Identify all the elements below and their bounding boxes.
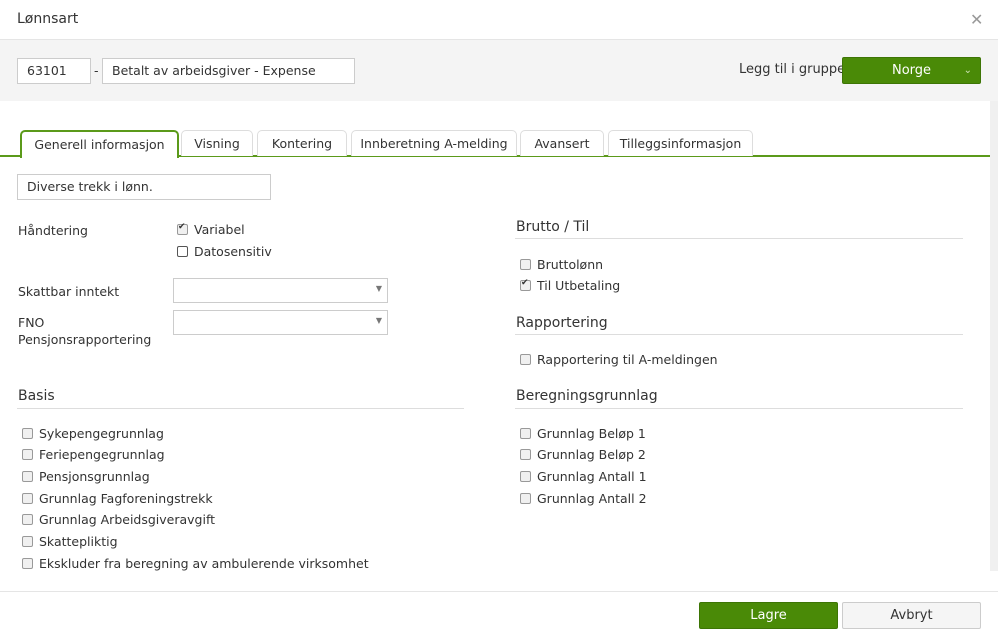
basis-item-2-label: Pensjonsgrunnlag — [39, 469, 150, 484]
rapportering-a-melding-label: Rapportering til A-meldingen — [537, 352, 718, 367]
basis-item-5-label: Skattepliktig — [39, 534, 118, 549]
basis-item-4-checkbox[interactable] — [22, 514, 33, 525]
til-utbetaling-checkbox[interactable] — [520, 278, 531, 291]
beregning-item-0-label: Grunnlag Beløp 1 — [537, 426, 646, 441]
divider — [515, 408, 963, 409]
group-label: Legg til i gruppe — [739, 62, 846, 77]
tab-tilleggsinformasjon[interactable]: Tilleggsinformasjon — [608, 130, 753, 156]
close-icon[interactable]: ✕ — [970, 10, 983, 29]
fno-label-2: Pensjonsrapportering — [18, 332, 152, 347]
tab-visning[interactable]: Visning — [181, 130, 253, 156]
basis-item-3-label: Grunnlag Fagforeningstrekk — [39, 491, 213, 506]
save-button[interactable]: Lagre — [699, 602, 838, 629]
beregning-item-3-label: Grunnlag Antall 2 — [537, 491, 647, 506]
basis-item-6-label: Ekskluder fra beregning av ambulerende v… — [39, 556, 369, 571]
tab-avansert[interactable]: Avansert — [520, 130, 604, 156]
beregning-item-3-checkbox[interactable] — [520, 493, 531, 504]
beregning-item-2-label: Grunnlag Antall 1 — [537, 469, 647, 484]
scrollbar[interactable] — [990, 101, 998, 571]
fno-label: FNO — [18, 315, 45, 330]
datosensitiv-checkbox[interactable] — [177, 246, 188, 257]
tab-innberetning[interactable]: Innberetning A-melding — [351, 130, 517, 156]
handtering-label: Håndtering — [18, 223, 88, 238]
basis-title: Basis — [18, 388, 55, 404]
bruttolonn-checkbox[interactable] — [520, 259, 531, 270]
fno-select[interactable]: ▼ — [173, 310, 388, 335]
divider — [17, 408, 464, 409]
basis-item-4-label: Grunnlag Arbeidsgiveravgift — [39, 512, 216, 527]
name-input[interactable]: Betalt av arbeidsgiver - Expense — [102, 58, 355, 84]
basis-item-3-checkbox[interactable] — [22, 493, 33, 504]
divider — [515, 238, 963, 239]
description-input[interactable]: Diverse trekk i lønn. — [17, 174, 271, 200]
rapportering-title: Rapportering — [516, 315, 608, 331]
dialog-header — [0, 0, 998, 40]
beregning-item-2-checkbox[interactable] — [520, 471, 531, 482]
tab-kontering[interactable]: Kontering — [257, 130, 347, 156]
caret-down-icon: ▼ — [375, 316, 382, 325]
caret-down-icon: ▼ — [375, 284, 382, 293]
skattbar-label: Skattbar inntekt — [18, 284, 120, 299]
beregning-item-1-checkbox[interactable] — [520, 449, 531, 460]
rapportering-a-melding-checkbox[interactable] — [520, 354, 531, 365]
variabel-label: Variabel — [194, 222, 245, 237]
cancel-button[interactable]: Avbryt — [842, 602, 981, 629]
til-utbetaling-label: Til Utbetaling — [537, 278, 621, 293]
bruttolonn-label: Bruttolønn — [537, 257, 604, 272]
datosensitiv-label: Datosensitiv — [194, 244, 272, 259]
basis-item-0-label: Sykepengegrunnlag — [39, 426, 164, 441]
code-input[interactable]: 63101 — [17, 58, 91, 84]
tab-generell[interactable]: Generell informasjon — [20, 130, 179, 158]
chevron-down-icon: ⌄ — [963, 65, 972, 76]
divider — [515, 334, 963, 335]
brutto-title: Brutto / Til — [516, 219, 590, 235]
basis-item-6-checkbox[interactable] — [22, 558, 33, 569]
beregning-item-1-label: Grunnlag Beløp 2 — [537, 447, 646, 462]
basis-item-2-checkbox[interactable] — [22, 471, 33, 482]
skattbar-select[interactable]: ▼ — [173, 278, 388, 303]
basis-item-1-checkbox[interactable] — [22, 449, 33, 460]
group-value: Norge — [891, 63, 932, 78]
basis-item-5-checkbox[interactable] — [22, 536, 33, 547]
basis-item-1-label: Feriepengegrunnlag — [39, 447, 165, 462]
beregning-title: Beregningsgrunnlag — [516, 388, 658, 404]
dialog-title: Lønnsart — [17, 11, 79, 27]
footer-divider — [0, 591, 998, 592]
group-dropdown[interactable]: Norge ⌄ — [842, 57, 981, 84]
beregning-item-0-checkbox[interactable] — [520, 428, 531, 439]
variabel-checkbox[interactable] — [177, 222, 188, 235]
basis-item-0-checkbox[interactable] — [22, 428, 33, 439]
separator: - — [94, 63, 99, 78]
